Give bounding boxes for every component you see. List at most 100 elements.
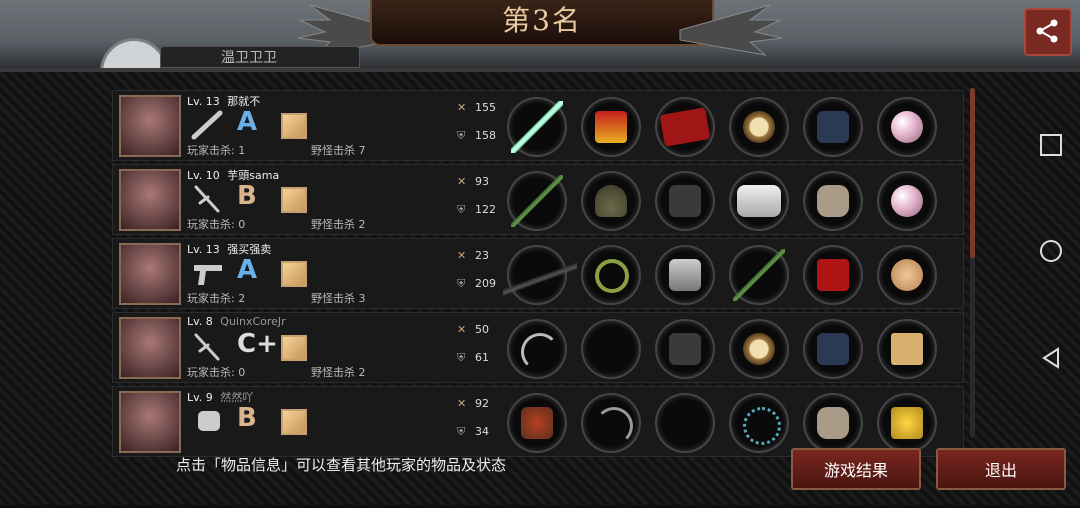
item-slot[interactable] xyxy=(877,319,937,379)
helmet-item-icon xyxy=(595,185,627,217)
monster-kills: 野怪击杀 3 xyxy=(311,292,366,305)
attack-stat: ✕ 155 xyxy=(457,101,496,114)
item-info-card-icon[interactable] xyxy=(281,261,307,287)
crossed-swords-icon: ✕ xyxy=(457,323,467,336)
item-slot[interactable] xyxy=(877,97,937,157)
player-level: Lv. 9 xyxy=(187,391,213,404)
home-icon[interactable] xyxy=(1040,240,1062,262)
crown-item-icon xyxy=(595,111,627,143)
item-slot[interactable] xyxy=(877,245,937,305)
attack-stat: ✕ 50 xyxy=(457,323,489,336)
grade-badge: B xyxy=(237,181,257,211)
player-row[interactable]: Lv. 10 芋頭sama B 玩家击杀: 0 野怪击杀 2 ✕ 93 ⛨ 122 xyxy=(112,164,964,235)
item-slot[interactable] xyxy=(877,171,937,231)
pistol-icon xyxy=(194,265,222,285)
player-header: Lv. 13 强买强卖 xyxy=(187,241,271,257)
item-slot[interactable] xyxy=(803,393,863,453)
defense-value: 61 xyxy=(475,351,489,364)
scythe-item-icon xyxy=(521,333,559,371)
item-slot[interactable] xyxy=(655,97,715,157)
attack-stat: ✕ 93 xyxy=(457,175,489,188)
fist-icon xyxy=(198,411,220,431)
item-slot[interactable] xyxy=(655,171,715,231)
wing-ornament-right xyxy=(679,4,783,56)
grade-badge: A xyxy=(237,107,258,137)
grade-badge: A xyxy=(237,255,258,285)
share-button[interactable] xyxy=(1024,8,1072,56)
item-slot[interactable] xyxy=(729,245,789,305)
item-info-card-icon[interactable] xyxy=(281,113,307,139)
item-slot[interactable] xyxy=(729,171,789,231)
avatar[interactable] xyxy=(119,95,181,157)
player-row[interactable]: Lv. 8 QuinxCoreJr C+ 玩家击杀: 0 野怪击杀 2 ✕ 50 … xyxy=(112,312,964,383)
item-slot[interactable] xyxy=(581,393,641,453)
item-slot[interactable] xyxy=(507,97,567,157)
recent-apps-icon[interactable] xyxy=(1040,134,1062,156)
item-slot[interactable] xyxy=(581,319,641,379)
avatar[interactable] xyxy=(119,317,181,379)
item-slot[interactable] xyxy=(581,245,641,305)
item-slot[interactable] xyxy=(507,393,567,453)
item-slot[interactable] xyxy=(803,171,863,231)
attack-value: 23 xyxy=(475,249,489,262)
player-row[interactable]: Lv. 13 那就不 A 玩家击杀: 1 野怪击杀 7 ✕ 155 ⛨ 158 xyxy=(112,90,964,161)
jacket-item-icon xyxy=(669,333,701,365)
crossed-swords-icon: ✕ xyxy=(457,397,467,410)
item-slot[interactable] xyxy=(729,97,789,157)
sai-icon xyxy=(194,333,220,361)
item-info-card-icon[interactable] xyxy=(281,335,307,361)
results-panel: Lv. 13 那就不 A 玩家击杀: 1 野怪击杀 7 ✕ 155 ⛨ 158 Lv… xyxy=(0,68,1080,505)
item-slot[interactable] xyxy=(803,319,863,379)
item-slot[interactable] xyxy=(803,245,863,305)
shield-icon: ⛨ xyxy=(457,129,466,142)
shield-icon: ⛨ xyxy=(457,277,466,290)
shoes-item-icon xyxy=(817,185,849,217)
item-slot[interactable] xyxy=(655,319,715,379)
redheels-item-icon xyxy=(817,259,849,291)
defense-value: 122 xyxy=(475,203,496,216)
player-kills: 玩家击杀: 0 xyxy=(187,218,246,231)
monster-kills: 野怪击杀 2 xyxy=(311,218,366,231)
share-icon xyxy=(1036,19,1058,43)
player-header: Lv. 10 芋頭sama xyxy=(187,167,279,183)
avatar[interactable] xyxy=(119,391,181,453)
scrollbar-thumb[interactable] xyxy=(970,88,975,258)
item-slot[interactable] xyxy=(503,245,577,305)
item-slot[interactable] xyxy=(507,319,567,379)
avatar[interactable] xyxy=(119,169,181,231)
watch-item-icon xyxy=(743,111,775,143)
bandage-item-icon xyxy=(737,185,781,217)
list-scrollbar[interactable] xyxy=(970,88,975,438)
player-row[interactable]: Lv. 13 强买强卖 A 玩家击杀: 2 野怪击杀 3 ✕ 23 ⛨ 209 xyxy=(112,238,964,309)
rank-title: 第3名 xyxy=(370,0,714,46)
item-slot[interactable] xyxy=(581,97,641,157)
item-slot[interactable] xyxy=(729,319,789,379)
avatar[interactable] xyxy=(119,243,181,305)
exit-button[interactable]: 退出 xyxy=(936,448,1066,490)
game-result-button[interactable]: 游戏结果 xyxy=(791,448,921,490)
player-row[interactable]: Lv. 9 然然吖 B ✕ 92 ⛨ 34 xyxy=(112,386,964,457)
player-level: Lv. 13 xyxy=(187,243,220,256)
item-slot[interactable] xyxy=(729,393,789,453)
item-slot[interactable] xyxy=(581,171,641,231)
player-badge-peek: 温卫卫卫 xyxy=(100,38,360,106)
defense-stat: ⛨ 61 xyxy=(457,351,489,365)
item-slot[interactable] xyxy=(655,393,715,453)
attack-value: 50 xyxy=(475,323,489,336)
attack-stat: ✕ 23 xyxy=(457,249,489,262)
boots-item-icon xyxy=(817,111,849,143)
back-icon[interactable] xyxy=(1040,346,1064,370)
item-slot[interactable] xyxy=(655,245,715,305)
boots-item-icon xyxy=(817,333,849,365)
item-info-card-icon[interactable] xyxy=(281,409,307,435)
item-slot[interactable] xyxy=(803,97,863,157)
item-info-card-icon[interactable] xyxy=(281,187,307,213)
item-slot[interactable] xyxy=(507,171,567,231)
defense-value: 158 xyxy=(475,129,496,142)
attack-stat: ✕ 92 xyxy=(457,397,489,410)
defense-stat: ⛨ 122 xyxy=(457,203,496,217)
sword-item-icon xyxy=(511,101,563,153)
item-slot[interactable] xyxy=(877,393,937,453)
watch-item-icon xyxy=(743,333,775,365)
bow-item-icon xyxy=(891,407,923,439)
